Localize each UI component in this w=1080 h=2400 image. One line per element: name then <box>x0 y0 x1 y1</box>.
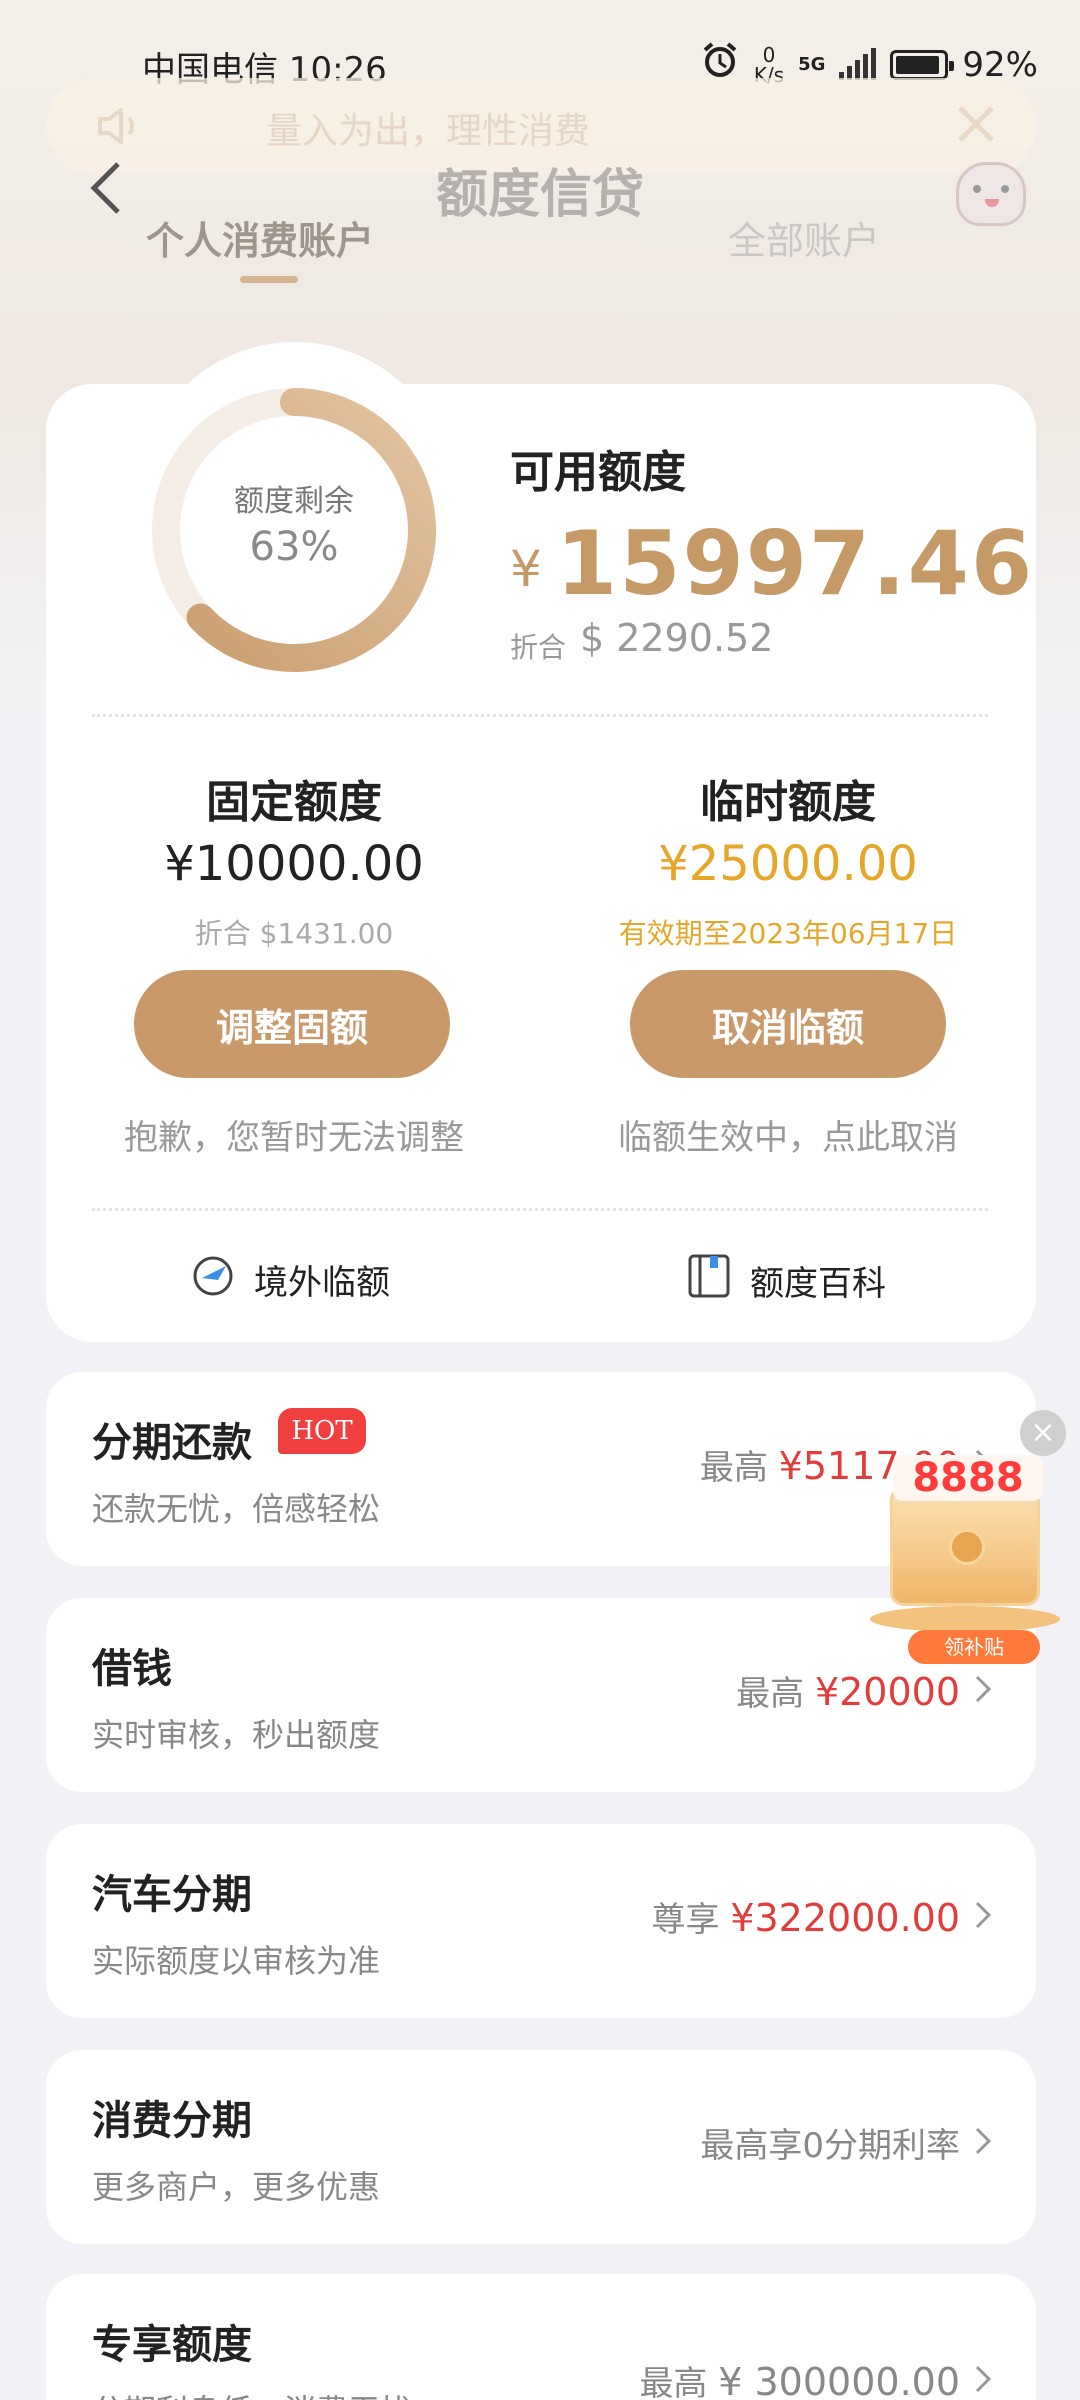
product-subtitle: 实际额度以审核为准 <box>92 1942 381 1980</box>
network-type: 5G <box>798 54 826 75</box>
product-offer: 尊享 ¥322000.00 <box>652 1892 960 1941</box>
overseas-temp-credit-link[interactable]: 境外临额 <box>190 1252 390 1307</box>
product-title: 专享额度 <box>92 2322 252 2368</box>
product-offer: 最高享0分期利率 <box>700 2118 960 2167</box>
signal-icon <box>839 47 877 80</box>
notice-text: 量入为出，理性消费 <box>266 111 591 152</box>
subsidy-promo-widget[interactable]: × 8888 领补贴 <box>860 1410 1080 1670</box>
remaining-label: 额度剩余 <box>234 484 354 519</box>
product-subtitle: 分期利息低，消费无忧 <box>92 2386 412 2400</box>
offer-amount: ¥20000 <box>814 1670 960 1714</box>
product-offer: 最高 ¥ 300000.00 <box>639 2356 960 2400</box>
available-credit-amount: 15997.46 <box>556 512 1035 615</box>
coin-icon <box>949 1529 985 1565</box>
divider <box>92 714 988 717</box>
product-title: 汽车分期 <box>92 1872 252 1918</box>
product-subtitle: 更多商户，更多优惠 <box>92 2168 381 2206</box>
battery-icon <box>890 49 955 80</box>
wiki-link-label: 额度百科 <box>750 1264 886 1304</box>
temp-credit-note[interactable]: 临额生效中，点此取消 <box>548 1110 1028 1159</box>
product-title: 分期还款 <box>92 1420 252 1466</box>
offer-amount: ¥322000.00 <box>730 1896 960 1940</box>
cancel-temp-credit-button[interactable]: 取消临额 <box>630 970 946 1078</box>
product-subtitle: 还款无忧，倍感轻松 <box>92 1490 381 1528</box>
chevron-right-icon <box>974 2126 992 2160</box>
product-subtitle: 实时审核，秒出额度 <box>92 1716 381 1754</box>
remaining-percent: 63% <box>249 524 339 570</box>
offer-prefix: 最高 <box>736 1674 805 1714</box>
fx-label: 折合 <box>510 631 567 664</box>
adjust-fixed-credit-button[interactable]: 调整固额 <box>134 970 450 1078</box>
product-card-car-installment[interactable]: 汽车分期 实际额度以审核为准 尊享 ¥322000.00 <box>46 1824 1036 2018</box>
promo-base <box>870 1606 1060 1632</box>
temp-credit-expiry: 有效期至2023年06月17日 <box>618 917 958 950</box>
speaker-icon <box>96 106 144 150</box>
credit-wiki-link[interactable]: 额度百科 <box>686 1252 886 1309</box>
mascot-icon[interactable] <box>956 162 1026 226</box>
temp-credit-amount: ¥25000.00 <box>658 836 918 892</box>
product-title: 借钱 <box>92 1646 172 1692</box>
product-title: 消费分期 <box>92 2098 252 2144</box>
chevron-right-icon <box>974 2364 992 2398</box>
close-icon[interactable]: × <box>1020 1410 1066 1456</box>
tab-indicator <box>240 276 298 283</box>
chevron-right-icon <box>974 1900 992 1934</box>
product-card-exclusive-credit[interactable]: 专享额度 分期利息低，消费无忧 最高 ¥ 300000.00 <box>46 2274 1036 2400</box>
chevron-right-icon <box>974 1674 992 1708</box>
book-icon <box>686 1252 732 1309</box>
promo-label: 领补贴 <box>908 1630 1040 1664</box>
overseas-link-label: 境外临额 <box>254 1263 390 1303</box>
product-offer: 最高 ¥20000 <box>736 1666 960 1715</box>
red-envelope-icon: 8888 <box>890 1455 1043 1606</box>
product-card-consumer-installment[interactable]: 消费分期 更多商户，更多优惠 最高享0分期利率 <box>46 2050 1036 2244</box>
hot-badge: HOT <box>278 1408 366 1454</box>
divider <box>92 1208 988 1211</box>
fixed-credit-note: 抱歉，您暂时无法调整 <box>124 1118 464 1158</box>
promo-number: 8888 <box>893 1455 1043 1501</box>
close-icon[interactable] <box>954 102 998 150</box>
fx-value: $ 2290.52 <box>580 616 774 660</box>
tab-personal-account[interactable]: 个人消费账户 <box>146 210 374 265</box>
available-credit-label: 可用额度 <box>510 447 686 498</box>
fixed-credit-fx: 折合 $1431.00 <box>194 917 394 950</box>
tab-all-accounts[interactable]: 全部账户 <box>728 210 880 265</box>
temp-credit-title: 临时额度 <box>700 777 876 828</box>
fixed-credit-amount: ¥10000.00 <box>164 836 424 892</box>
offer-prefix: 最高 <box>639 2364 708 2400</box>
offer-prefix: 尊享 <box>651 1900 720 1940</box>
offer-prefix: 最高享0分期利率 <box>700 2126 960 2166</box>
plane-globe-icon <box>190 1252 236 1307</box>
fixed-credit-title: 固定额度 <box>206 777 382 828</box>
offer-prefix: 最高 <box>699 1448 768 1488</box>
currency-symbol: ¥ <box>510 540 542 598</box>
offer-amount: ¥ 300000.00 <box>718 2360 960 2400</box>
